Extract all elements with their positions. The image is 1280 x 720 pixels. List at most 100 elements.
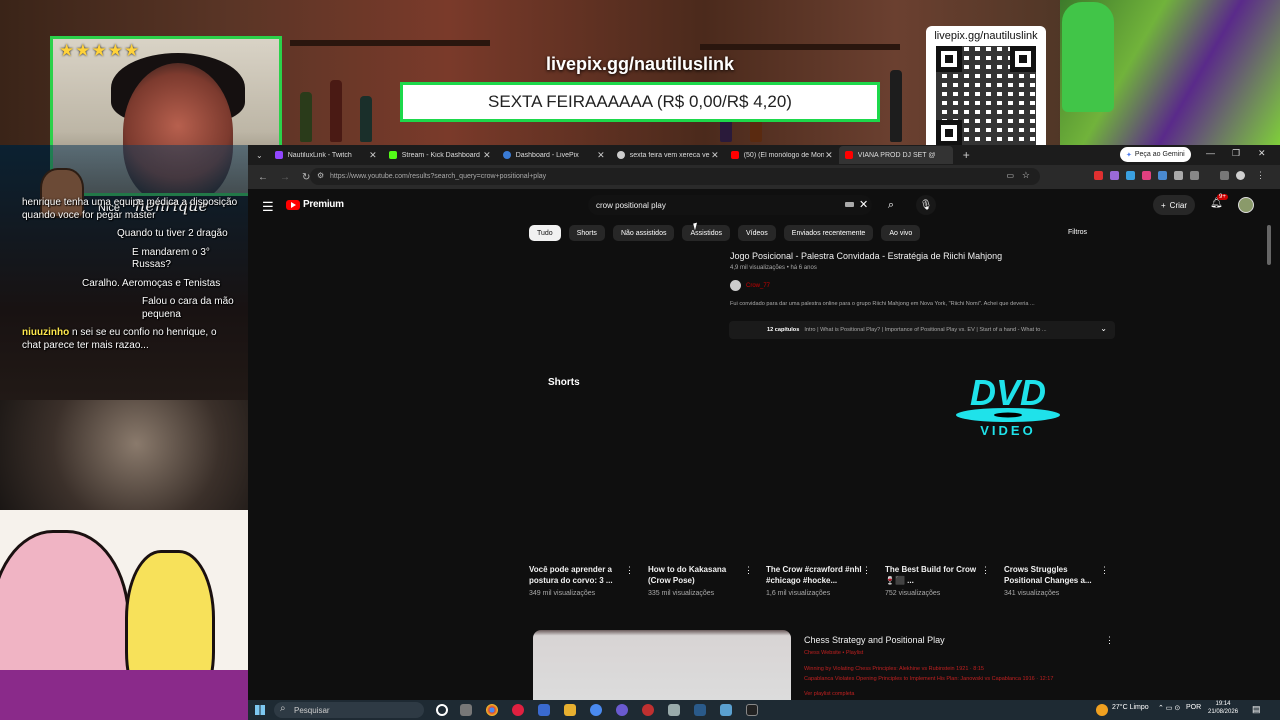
extension-icon[interactable] bbox=[1158, 171, 1167, 180]
more-vert-icon[interactable]: ⋮ bbox=[981, 565, 990, 576]
file-explorer-icon[interactable] bbox=[564, 704, 576, 716]
close-window-icon[interactable]: ✕ bbox=[1258, 148, 1266, 159]
star-icon[interactable]: ☆ bbox=[1022, 170, 1030, 181]
chip-recently-uploaded[interactable]: Enviados recentemente bbox=[783, 225, 874, 241]
playlist-video-1[interactable]: Winning by Violating Chess Principles: A… bbox=[804, 666, 984, 672]
extension-icon[interactable] bbox=[1142, 171, 1151, 180]
create-button[interactable]: + Criar bbox=[1153, 195, 1196, 215]
forward-icon[interactable]: → bbox=[280, 172, 292, 183]
weather-text[interactable]: 27°C Limpo bbox=[1112, 704, 1149, 711]
chip-all[interactable]: Tudo bbox=[529, 225, 561, 241]
cortana-icon[interactable] bbox=[436, 704, 448, 716]
url-field[interactable]: ⚙ https://www.youtube.com/results?search… bbox=[310, 168, 1040, 185]
account-avatar[interactable] bbox=[1238, 197, 1254, 213]
app-icon[interactable] bbox=[668, 704, 680, 716]
more-menu-icon[interactable]: ⋮ bbox=[1256, 170, 1265, 181]
short-item[interactable]: The Crow #crawford #nhl #chicago #hocke.… bbox=[766, 565, 871, 597]
close-icon[interactable]: ✕ bbox=[483, 150, 491, 161]
video-title[interactable]: Jogo Posicional - Palestra Convidada - E… bbox=[730, 251, 1002, 261]
more-vert-icon[interactable]: ⋮ bbox=[1105, 635, 1114, 646]
view-full-playlist-link[interactable]: Ver playlist completa bbox=[804, 691, 854, 697]
tab-youtube-1[interactable]: (50) (El monólogo de Mon ✕ bbox=[725, 146, 839, 164]
close-icon[interactable]: ✕ bbox=[597, 150, 605, 161]
chip-videos[interactable]: Vídeos bbox=[737, 225, 776, 241]
site-info-icon[interactable]: ⚙ bbox=[317, 171, 324, 180]
short-item[interactable]: Você pode aprender a postura do corvo: 3… bbox=[529, 565, 634, 597]
vivaldi-icon[interactable] bbox=[512, 704, 524, 716]
short-title[interactable]: Crows Struggles Positional Changes a... bbox=[1004, 565, 1104, 587]
app-icon[interactable] bbox=[616, 704, 628, 716]
tray-icons[interactable]: ⌃ ▭ ⊙ bbox=[1158, 704, 1180, 712]
extension-icon[interactable] bbox=[1174, 171, 1183, 180]
steam-icon[interactable] bbox=[694, 704, 706, 716]
chrome-icon[interactable] bbox=[486, 704, 498, 716]
short-title[interactable]: The Best Build for Crow 🍷⬛ ... bbox=[885, 565, 985, 587]
gemini-button[interactable]: ✦ Peça ao Gemini bbox=[1120, 147, 1191, 162]
new-tab-icon[interactable]: + bbox=[963, 148, 970, 162]
youtube-logo[interactable]: Premium bbox=[286, 199, 344, 210]
app-icon[interactable] bbox=[538, 704, 550, 716]
chrome-active-icon[interactable] bbox=[590, 704, 602, 716]
channel-avatar[interactable] bbox=[730, 280, 741, 291]
chapters-bar[interactable]: 12 capítulos Intro | What is Positional … bbox=[729, 321, 1115, 339]
clock[interactable]: 19:14 21/08/2026 bbox=[1208, 701, 1238, 717]
weather-icon[interactable] bbox=[1096, 704, 1108, 716]
tab-youtube-2[interactable]: VIANA PROD DJ SET @ bbox=[838, 146, 953, 164]
hamburger-menu-icon[interactable]: ☰ bbox=[262, 199, 274, 215]
short-title[interactable]: Você pode aprender a postura do corvo: 3… bbox=[529, 565, 629, 587]
more-vert-icon[interactable]: ⋮ bbox=[744, 565, 753, 576]
install-icon[interactable]: ▭ bbox=[1006, 171, 1014, 180]
chip-watched[interactable]: Assistidos bbox=[682, 225, 730, 241]
close-icon[interactable]: ✕ bbox=[369, 150, 377, 161]
notification-center-icon[interactable]: ▤ bbox=[1252, 704, 1261, 715]
keyboard-icon[interactable] bbox=[845, 202, 854, 207]
short-title[interactable]: The Crow #crawford #nhl #chicago #hocke.… bbox=[766, 565, 866, 587]
playlist-channel[interactable]: Chess Website • Playlist bbox=[804, 650, 863, 656]
extension-icon[interactable] bbox=[1126, 171, 1135, 180]
video-channel[interactable]: Crow_77 bbox=[730, 280, 770, 291]
short-item[interactable]: The Best Build for Crow 🍷⬛ ... 752 visua… bbox=[885, 565, 990, 597]
tab-livepix[interactable]: Dashboard - LivePix ✕ bbox=[497, 146, 611, 164]
close-icon[interactable]: ✕ bbox=[825, 150, 833, 161]
tab-twitch[interactable]: NautiluxLink - Twitch ✕ bbox=[269, 146, 383, 164]
short-item[interactable]: Crows Struggles Positional Changes a... … bbox=[1004, 565, 1109, 597]
tab-search-icon[interactable]: ⌄ bbox=[256, 151, 263, 160]
voice-search-button[interactable]: 🎙︎ bbox=[916, 195, 936, 215]
app-icon[interactable] bbox=[720, 704, 732, 716]
more-vert-icon[interactable]: ⋮ bbox=[862, 565, 871, 576]
task-view-icon[interactable] bbox=[460, 704, 472, 716]
more-vert-icon[interactable]: ⋮ bbox=[1100, 565, 1109, 576]
filters-button[interactable]: Filtros bbox=[1068, 229, 1087, 236]
extension-icon[interactable] bbox=[1094, 171, 1103, 180]
minimize-icon[interactable]: — bbox=[1206, 148, 1215, 158]
channel-name[interactable]: Crow_77 bbox=[746, 283, 770, 289]
close-icon[interactable]: ✕ bbox=[711, 150, 719, 161]
restore-icon[interactable]: ❐ bbox=[1232, 148, 1240, 159]
language-indicator[interactable]: POR bbox=[1186, 704, 1201, 711]
clear-search-icon[interactable]: ✕ bbox=[859, 198, 868, 211]
chevron-down-icon[interactable]: ⌄ bbox=[1100, 324, 1107, 333]
app-icon[interactable] bbox=[746, 704, 758, 716]
playlist-thumbnail[interactable] bbox=[533, 630, 791, 700]
short-title[interactable]: How to do Kakasana (Crow Pose) bbox=[648, 565, 748, 587]
search-input[interactable]: crow positional play bbox=[588, 195, 872, 215]
scrollbar-thumb[interactable] bbox=[1267, 225, 1271, 265]
taskbar-search[interactable]: Pesquisar bbox=[274, 702, 424, 718]
chip-shorts[interactable]: Shorts bbox=[568, 225, 605, 241]
short-item[interactable]: How to do Kakasana (Crow Pose) 335 mil v… bbox=[648, 565, 753, 597]
tab-google-search[interactable]: sexta feira vem xereca vem ✕ bbox=[611, 146, 725, 164]
playlist-title[interactable]: Chess Strategy and Positional Play bbox=[804, 635, 945, 645]
tab-kick[interactable]: Stream - Kick Dashboard ✕ bbox=[383, 146, 497, 164]
obs-icon[interactable] bbox=[642, 704, 654, 716]
profile-icon[interactable] bbox=[1236, 171, 1245, 180]
extensions-puzzle-icon[interactable] bbox=[1190, 171, 1199, 180]
playlist-video-2[interactable]: Capablanca Violates Opening Principles t… bbox=[804, 676, 1053, 682]
chip-live[interactable]: Ao vivo bbox=[881, 225, 921, 241]
chip-unwatched[interactable]: Não assistidos bbox=[612, 225, 675, 241]
more-vert-icon[interactable]: ⋮ bbox=[625, 565, 634, 576]
back-icon[interactable]: ← bbox=[258, 172, 270, 183]
extension-icon[interactable] bbox=[1110, 171, 1119, 180]
search-button[interactable]: ⌕ bbox=[876, 195, 906, 215]
windows-start-icon[interactable] bbox=[255, 705, 265, 715]
tab-search-icon[interactable] bbox=[1220, 171, 1229, 180]
